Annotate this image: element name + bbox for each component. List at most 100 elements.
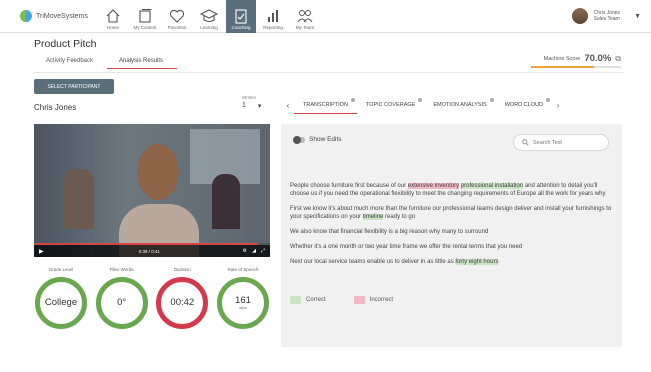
- home-icon: [104, 8, 122, 24]
- stat-value: College: [44, 297, 78, 308]
- stat-ring: College: [35, 277, 87, 329]
- stat-duration: Duration 00:42: [155, 267, 209, 329]
- legend-swatch: [290, 296, 301, 304]
- nav-item-reporting[interactable]: Reporting: [258, 0, 288, 33]
- tab-analysis-results[interactable]: Analysis Results: [107, 58, 178, 69]
- search-icon: [522, 139, 529, 146]
- transcript-segment: ready to go: [383, 214, 416, 220]
- participant-name: Chris Jones: [34, 103, 77, 112]
- user-subtitle: Sales Team: [593, 16, 620, 22]
- user-menu[interactable]: Chris Jones Sales Team ▼: [571, 8, 641, 24]
- highlight-correct[interactable]: professional installation: [460, 183, 524, 189]
- highlight-correct[interactable]: timeline: [362, 214, 384, 220]
- show-edits-toggle[interactable]: Show Edits: [293, 135, 342, 144]
- info-dot-icon: [350, 98, 355, 102]
- machine-score-value: 70.0%: [584, 53, 612, 64]
- video-controls: ▶ 0:39 / 0:41 ⚙ ◢ ⤢: [34, 245, 270, 257]
- bar-chart-icon: [264, 8, 282, 24]
- transcript-paragraph: Next our local service teams enable us t…: [290, 258, 616, 266]
- nav-item-label: Coaching: [231, 25, 251, 30]
- stat-value: 00:42: [170, 297, 195, 308]
- settings-icon[interactable]: ⚙: [243, 248, 247, 254]
- search-input[interactable]: [533, 139, 603, 146]
- chevron-down-icon[interactable]: ▾: [258, 102, 262, 110]
- nav-item-favorites[interactable]: Favorites: [162, 0, 192, 33]
- content-icon: [136, 8, 154, 24]
- tab-word-cloud[interactable]: WORD CLOUD: [496, 96, 552, 114]
- stat-filler-words: Filler Words 0°: [95, 267, 149, 329]
- transcript-paragraph: People choose furniture first because of…: [290, 182, 616, 198]
- info-dot-icon: [545, 98, 550, 102]
- tab-transcription[interactable]: TRANSCRIPTION: [294, 96, 357, 114]
- chevron-down-icon[interactable]: ▼: [634, 13, 641, 20]
- page-tabs: Activity Feedback Analysis Results: [34, 58, 178, 69]
- toggle-switch[interactable]: [293, 135, 305, 144]
- written-label: Written: [242, 95, 257, 100]
- machine-score-bar: [531, 66, 621, 68]
- tab-activity-feedback[interactable]: Activity Feedback: [34, 58, 107, 69]
- speaker-face: [137, 144, 179, 200]
- nav-item-my-content[interactable]: My Content: [130, 0, 160, 33]
- nav-item-learning[interactable]: Learning: [194, 0, 224, 33]
- top-navigation: TriMoveSystems Home My Content Favorites Le…: [0, 0, 651, 33]
- legend: Correct Incorrect: [290, 296, 393, 304]
- info-dot-icon: [418, 98, 423, 102]
- legend-incorrect: Incorrect: [353, 296, 394, 304]
- transcript-segment: We also know that financial flexibility …: [290, 229, 489, 235]
- nav-item-label: My Team: [295, 25, 315, 30]
- tab-emotion-analysis[interactable]: EMOTION ANALYSIS: [424, 96, 495, 114]
- graduation-cap-icon: [199, 8, 219, 24]
- search-box[interactable]: [513, 134, 609, 151]
- nav-item-label: Learning: [200, 25, 218, 30]
- stat-ring: 0°: [95, 277, 148, 329]
- nav-item-label: Reporting: [263, 25, 283, 30]
- stat-label: Rate of Speech: [227, 267, 259, 272]
- brand-logo[interactable]: TriMoveSystems: [20, 10, 88, 22]
- show-edits-label: Show Edits: [309, 136, 342, 143]
- transcript-segment: Whether it's a one month or two year tim…: [290, 244, 523, 250]
- tab-topic-coverage[interactable]: TOPIC COVERAGE: [357, 96, 424, 114]
- machine-score-bar-fill: [531, 66, 594, 68]
- legend-label: Incorrect: [369, 297, 394, 303]
- stat-rate-of-speech: Rate of Speech 161 wpm: [216, 267, 270, 329]
- transcript-paragraph: First we know it's about much more than …: [290, 205, 616, 221]
- external-link-icon[interactable]: ⧉: [615, 54, 621, 64]
- transcript-paragraph: Whether it's a one month or two year tim…: [290, 243, 616, 251]
- transcript-text: People choose furniture first because of…: [290, 182, 616, 273]
- video-player[interactable]: ▶ 0:39 / 0:41 ⚙ ◢ ⤢: [34, 124, 270, 257]
- transcription-panel: Show Edits People choose furniture first…: [281, 124, 622, 347]
- fullscreen-icon[interactable]: ⤢: [261, 248, 265, 254]
- page-title: Product Pitch: [34, 38, 97, 50]
- tab-label: WORD CLOUD: [504, 102, 543, 108]
- nav-item-label: My Content: [133, 25, 157, 30]
- select-participant-button[interactable]: SELECT PARTICIPANT: [34, 79, 114, 94]
- play-icon[interactable]: ▶: [39, 248, 44, 255]
- nav-item-coaching[interactable]: Coaching: [226, 0, 256, 33]
- written-value: 1: [242, 102, 246, 109]
- nav-item-label: Home: [106, 25, 119, 30]
- stat-label: Duration: [173, 267, 191, 272]
- chevron-left-icon[interactable]: ‹: [282, 101, 294, 110]
- nav-bar: Home My Content Favorites Learning Coaching R…: [98, 0, 322, 33]
- machine-score-label: Machine Score: [543, 55, 581, 62]
- chevron-right-icon[interactable]: ›: [552, 101, 564, 110]
- volume-icon[interactable]: ◢: [252, 248, 256, 254]
- tabs-divider: [34, 72, 624, 73]
- highlight-correct[interactable]: forty eight hours: [455, 259, 499, 265]
- clipboard-icon: [232, 8, 250, 24]
- tab-label: TRANSCRIPTION: [303, 101, 348, 108]
- speech-stats: Grade Level College Filler Words 0° Duration…: [34, 267, 270, 329]
- transcript-segment: Next our local service teams enable us t…: [290, 259, 456, 265]
- stat-ring: 00:42: [156, 277, 209, 329]
- nav-item-home[interactable]: Home: [98, 0, 128, 33]
- video-time: 0:39 / 0:41: [138, 248, 160, 254]
- highlight-incorrect[interactable]: extensive inventory: [407, 183, 460, 189]
- avatar: [571, 8, 588, 24]
- nav-item-my-team[interactable]: My Team: [290, 0, 320, 33]
- transcript-paragraph: We also know that financial flexibility …: [290, 228, 616, 236]
- machine-score: Machine Score 70.0% ⧉: [544, 53, 621, 64]
- legend-correct: Correct: [290, 296, 326, 304]
- written-selector[interactable]: Written 1 ▾: [242, 95, 261, 110]
- legend-swatch: [353, 296, 365, 304]
- stat-label: Filler Words: [109, 267, 134, 272]
